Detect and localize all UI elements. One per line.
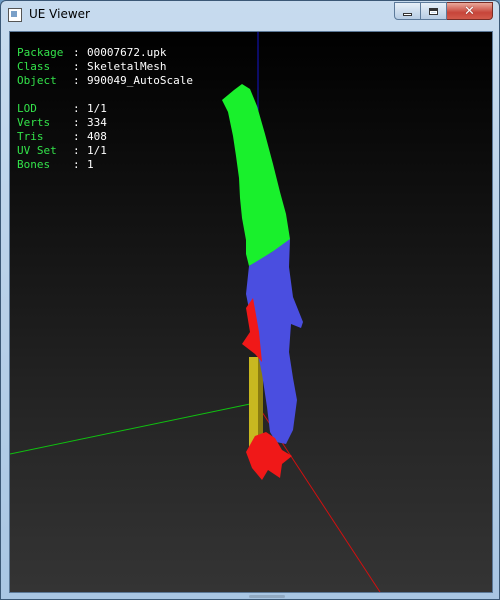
info-row-lod: LOD:1/1 — [17, 102, 193, 116]
info-value: 1/1 — [87, 144, 107, 157]
info-separator: : — [73, 144, 80, 157]
app-icon — [8, 8, 22, 22]
info-value: 990049_AutoScale — [87, 74, 193, 87]
minimize-icon — [403, 12, 412, 16]
info-row-bones: Bones:1 — [17, 158, 193, 172]
info-value: 334 — [87, 116, 107, 129]
info-separator: : — [73, 102, 80, 115]
info-label: Bones — [17, 158, 51, 171]
title-bar[interactable]: UE Viewer ✕ — [1, 1, 499, 30]
info-label: Object — [17, 74, 57, 87]
info-row-object: Object:990049_AutoScale — [17, 74, 193, 88]
info-label: Package — [17, 46, 64, 59]
info-separator: : — [73, 130, 80, 143]
info-separator: : — [73, 46, 80, 59]
info-label: LOD — [17, 102, 37, 115]
close-button[interactable]: ✕ — [447, 2, 493, 20]
3d-viewport[interactable]: Package:00007672.upk Class: SkeletalMesh … — [9, 31, 493, 593]
minimize-button[interactable] — [394, 2, 421, 20]
app-window: UE Viewer ✕ Package: 00007672.upk Class… — [0, 0, 500, 600]
info-value: 00007672.upk — [87, 46, 167, 59]
info-row-package: Package:00007672.upk — [17, 46, 193, 60]
info-row-uvset: UV Set:1/1 — [17, 144, 193, 158]
maximize-icon — [429, 7, 438, 15]
info-row-verts: Verts:334 — [17, 116, 193, 130]
caption-buttons: ✕ — [394, 2, 493, 21]
info-row-tris: Tris:408 — [17, 130, 193, 144]
close-icon: ✕ — [464, 3, 475, 19]
info-separator: : — [73, 116, 80, 129]
info-value: SkeletalMesh — [87, 60, 167, 73]
info-label: Tris — [17, 130, 44, 143]
info-label: Class — [17, 60, 51, 73]
mesh-info-overlay: Package:00007672.upk Class: SkeletalMesh … — [17, 46, 193, 172]
info-value: 408 — [87, 130, 107, 143]
info-row-class: Class: SkeletalMesh — [17, 60, 193, 74]
info-label: Verts — [17, 116, 51, 129]
info-separator: : — [73, 158, 80, 171]
info-value: 1/1 — [87, 102, 107, 115]
info-separator: : — [73, 74, 80, 87]
maximize-button[interactable] — [421, 2, 447, 20]
axis-y-line — [10, 403, 251, 455]
info-separator: : — [73, 60, 80, 73]
resize-grip[interactable] — [249, 595, 285, 598]
mesh-green-section — [222, 84, 290, 266]
info-label: UV Set — [17, 144, 57, 157]
window-title: UE Viewer — [29, 7, 90, 21]
info-value: 1 — [87, 158, 94, 171]
